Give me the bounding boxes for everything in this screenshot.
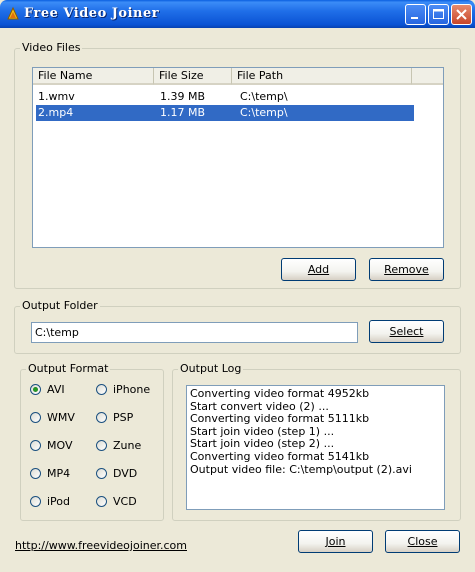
output-log-text[interactable]: Converting video format 4952kb Start con…: [186, 385, 445, 510]
select-folder-button[interactable]: Select: [369, 320, 444, 343]
radio-dot: [30, 412, 41, 423]
file-path-cell: C:\temp\: [240, 90, 288, 103]
radio-dot: [96, 468, 107, 479]
remove-button[interactable]: Remove: [369, 258, 444, 281]
file-size-cell: 1.17 MB: [160, 106, 206, 119]
radio-label: PSP: [113, 411, 134, 424]
radio-label: iPod: [47, 495, 71, 508]
file-name-cell: 1.wmv: [38, 90, 75, 103]
radio-label: Zune: [113, 439, 142, 452]
website-link[interactable]: http://www.freevideojoiner.com: [15, 539, 187, 552]
radio-label: WMV: [47, 411, 75, 424]
add-button-label: Add: [307, 263, 330, 276]
log-line: Converting video format 5111kb: [190, 412, 370, 426]
close-window-button[interactable]: [451, 4, 472, 25]
file-name-cell: 2.mp4: [38, 106, 74, 119]
close-button-label: Close: [407, 535, 438, 548]
radio-label: VCD: [113, 495, 137, 508]
close-button[interactable]: Close: [385, 530, 460, 553]
window-title: Free Video Joiner: [24, 6, 160, 21]
remove-button-label: Remove: [384, 263, 429, 276]
radio-dot: [30, 468, 41, 479]
column-header-file-name[interactable]: File Name: [33, 68, 154, 85]
radio-label: DVD: [113, 467, 138, 480]
log-line: Output video file: C:\temp\output (2).av…: [190, 462, 412, 476]
join-button-label: Join: [325, 535, 346, 548]
radio-dot: [96, 384, 107, 395]
close-icon: [456, 9, 467, 20]
join-button[interactable]: Join: [298, 530, 373, 553]
minimize-icon: [411, 17, 418, 19]
radio-dot: [30, 384, 41, 395]
column-header-filler: [412, 68, 443, 85]
maximize-button[interactable]: [428, 4, 449, 25]
output-folder-input[interactable]: C:\temp: [31, 322, 358, 343]
minimize-button[interactable]: [405, 4, 426, 25]
video-files-label: Video Files: [20, 41, 83, 54]
column-header-file-path[interactable]: File Path: [232, 68, 412, 85]
radio-dot: [96, 496, 107, 507]
file-path-cell: C:\temp\: [240, 106, 288, 119]
radio-label: AVI: [47, 383, 65, 396]
table-row[interactable]: 1.wmv 1.39 MB C:\temp\: [36, 89, 411, 105]
radio-label: MP4: [47, 467, 71, 480]
title-bar[interactable]: Free Video Joiner: [0, 0, 475, 28]
log-line: Converting video format 4952kb: [190, 387, 370, 400]
log-line: Converting video format 5141kb: [190, 449, 370, 463]
file-size-cell: 1.39 MB: [160, 90, 206, 103]
output-format-label: Output Format: [26, 362, 111, 375]
select-button-label: Select: [389, 325, 424, 338]
output-log-label: Output Log: [178, 362, 244, 375]
radio-dot: [96, 440, 107, 451]
radio-label: MOV: [47, 439, 73, 452]
radio-label: iPhone: [113, 383, 151, 396]
column-header-file-size[interactable]: File Size: [154, 68, 232, 85]
output-folder-label: Output Folder: [20, 299, 100, 312]
table-row[interactable]: 2.mp4 1.17 MB C:\temp\: [36, 105, 414, 121]
add-button[interactable]: Add: [281, 258, 356, 281]
radio-dot: [96, 412, 107, 423]
video-files-list[interactable]: File Name File Size File Path 1.wmv 1.39…: [32, 67, 444, 248]
radio-dot: [30, 496, 41, 507]
app-icon: [7, 6, 19, 20]
maximize-icon: [433, 9, 444, 19]
radio-dot: [30, 440, 41, 451]
